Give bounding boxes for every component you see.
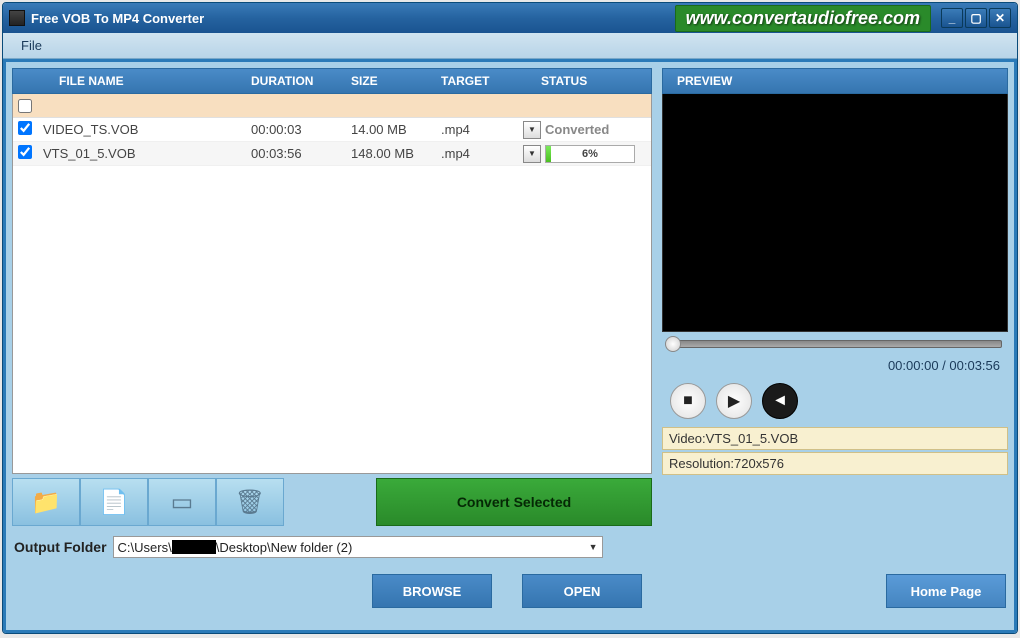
preview-video-area	[662, 94, 1008, 332]
titlebar: Free VOB To MP4 Converter www.convertaud…	[3, 3, 1017, 33]
add-file-button[interactable]: 📄	[80, 478, 148, 526]
stop-icon: ■	[683, 392, 693, 410]
select-all-row	[13, 94, 651, 118]
output-folder-row: Output Folder C:\Users\\Desktop\New fold…	[12, 532, 1008, 562]
content-area: FILE NAME DURATION SIZE TARGET STATUS VI…	[3, 59, 1017, 633]
app-icon	[9, 10, 25, 26]
cell-duration: 00:03:56	[251, 146, 351, 161]
cell-duration: 00:00:03	[251, 122, 351, 137]
home-page-button[interactable]: Home Page	[886, 574, 1006, 608]
resolution-info: Resolution:720x576	[662, 452, 1008, 475]
minimize-button[interactable]: _	[941, 8, 963, 28]
file-list-panel: FILE NAME DURATION SIZE TARGET STATUS VI…	[12, 68, 652, 526]
time-display: 00:00:00 / 00:03:56	[662, 352, 1008, 377]
trash-icon: 🗑	[235, 488, 265, 517]
cell-size: 148.00 MB	[351, 146, 441, 161]
col-size[interactable]: SIZE	[351, 74, 441, 88]
bottom-button-row: BROWSE OPEN Home Page	[12, 568, 1008, 612]
cell-size: 14.00 MB	[351, 122, 441, 137]
chevron-down-icon[interactable]: ▼	[589, 542, 598, 552]
seek-slider[interactable]	[668, 340, 1002, 348]
target-dropdown-button[interactable]: ▼	[523, 145, 541, 163]
col-duration[interactable]: DURATION	[251, 74, 351, 88]
speaker-icon: ◄	[772, 392, 788, 410]
menu-file[interactable]: File	[13, 35, 50, 56]
maximize-button[interactable]: ▢	[965, 8, 987, 28]
cell-target: .mp4	[441, 146, 523, 161]
target-dropdown-button[interactable]: ▼	[523, 121, 541, 139]
close-button[interactable]: ✕	[989, 8, 1011, 28]
cell-filename: VIDEO_TS.VOB	[41, 122, 251, 137]
preview-panel: PREVIEW 00:00:00 / 00:03:56 ■ ▶ ◄ Video:…	[662, 68, 1008, 526]
delete-button[interactable]: 🗑	[216, 478, 284, 526]
play-button[interactable]: ▶	[716, 383, 752, 419]
col-filename[interactable]: FILE NAME	[41, 74, 251, 88]
convert-selected-button[interactable]: Convert Selected	[376, 478, 652, 526]
redacted-username	[172, 540, 216, 554]
status-text: Converted	[545, 122, 609, 137]
open-button[interactable]: OPEN	[522, 574, 642, 608]
video-info: Video:VTS_01_5.VOB	[662, 427, 1008, 450]
seek-thumb[interactable]	[665, 336, 681, 352]
window-title: Free VOB To MP4 Converter	[31, 11, 204, 26]
browse-button[interactable]: BROWSE	[372, 574, 492, 608]
media-controls: ■ ▶ ◄	[662, 377, 1008, 425]
app-window: Free VOB To MP4 Converter www.convertaud…	[2, 2, 1018, 634]
file-minus-icon: ▭	[171, 488, 194, 517]
mute-button[interactable]: ◄	[762, 383, 798, 419]
progress-bar: 6%	[545, 145, 635, 163]
row-checkbox[interactable]	[18, 145, 32, 159]
output-folder-field[interactable]: C:\Users\\Desktop\New folder (2) ▼	[113, 536, 603, 558]
brand-url-text: www.convertaudiofree.com	[686, 8, 920, 28]
output-folder-label: Output Folder	[14, 539, 107, 555]
table-row[interactable]: VTS_01_5.VOB 00:03:56 148.00 MB .mp4 ▼ 6…	[13, 142, 651, 166]
select-all-checkbox[interactable]	[18, 99, 32, 113]
cell-target: .mp4	[441, 122, 523, 137]
brand-url-banner[interactable]: www.convertaudiofree.com	[675, 5, 931, 32]
folder-plus-icon: 📁	[31, 488, 61, 517]
list-toolbar: 📁 📄 ▭ 🗑 Convert Selected	[12, 478, 652, 526]
col-status[interactable]: STATUS	[541, 74, 641, 88]
stop-button[interactable]: ■	[670, 383, 706, 419]
table-body: VIDEO_TS.VOB 00:00:03 14.00 MB .mp4 ▼ Co…	[12, 94, 652, 474]
cell-filename: VTS_01_5.VOB	[41, 146, 251, 161]
preview-header: PREVIEW	[662, 68, 1008, 94]
play-icon: ▶	[728, 391, 740, 411]
table-row[interactable]: VIDEO_TS.VOB 00:00:03 14.00 MB .mp4 ▼ Co…	[13, 118, 651, 142]
col-target[interactable]: TARGET	[441, 74, 541, 88]
menubar: File	[3, 33, 1017, 59]
progress-text: 6%	[582, 148, 598, 160]
file-plus-icon: 📄	[99, 488, 129, 517]
row-checkbox[interactable]	[18, 121, 32, 135]
table-header: FILE NAME DURATION SIZE TARGET STATUS	[12, 68, 652, 94]
remove-file-button[interactable]: ▭	[148, 478, 216, 526]
add-folder-button[interactable]: 📁	[12, 478, 80, 526]
